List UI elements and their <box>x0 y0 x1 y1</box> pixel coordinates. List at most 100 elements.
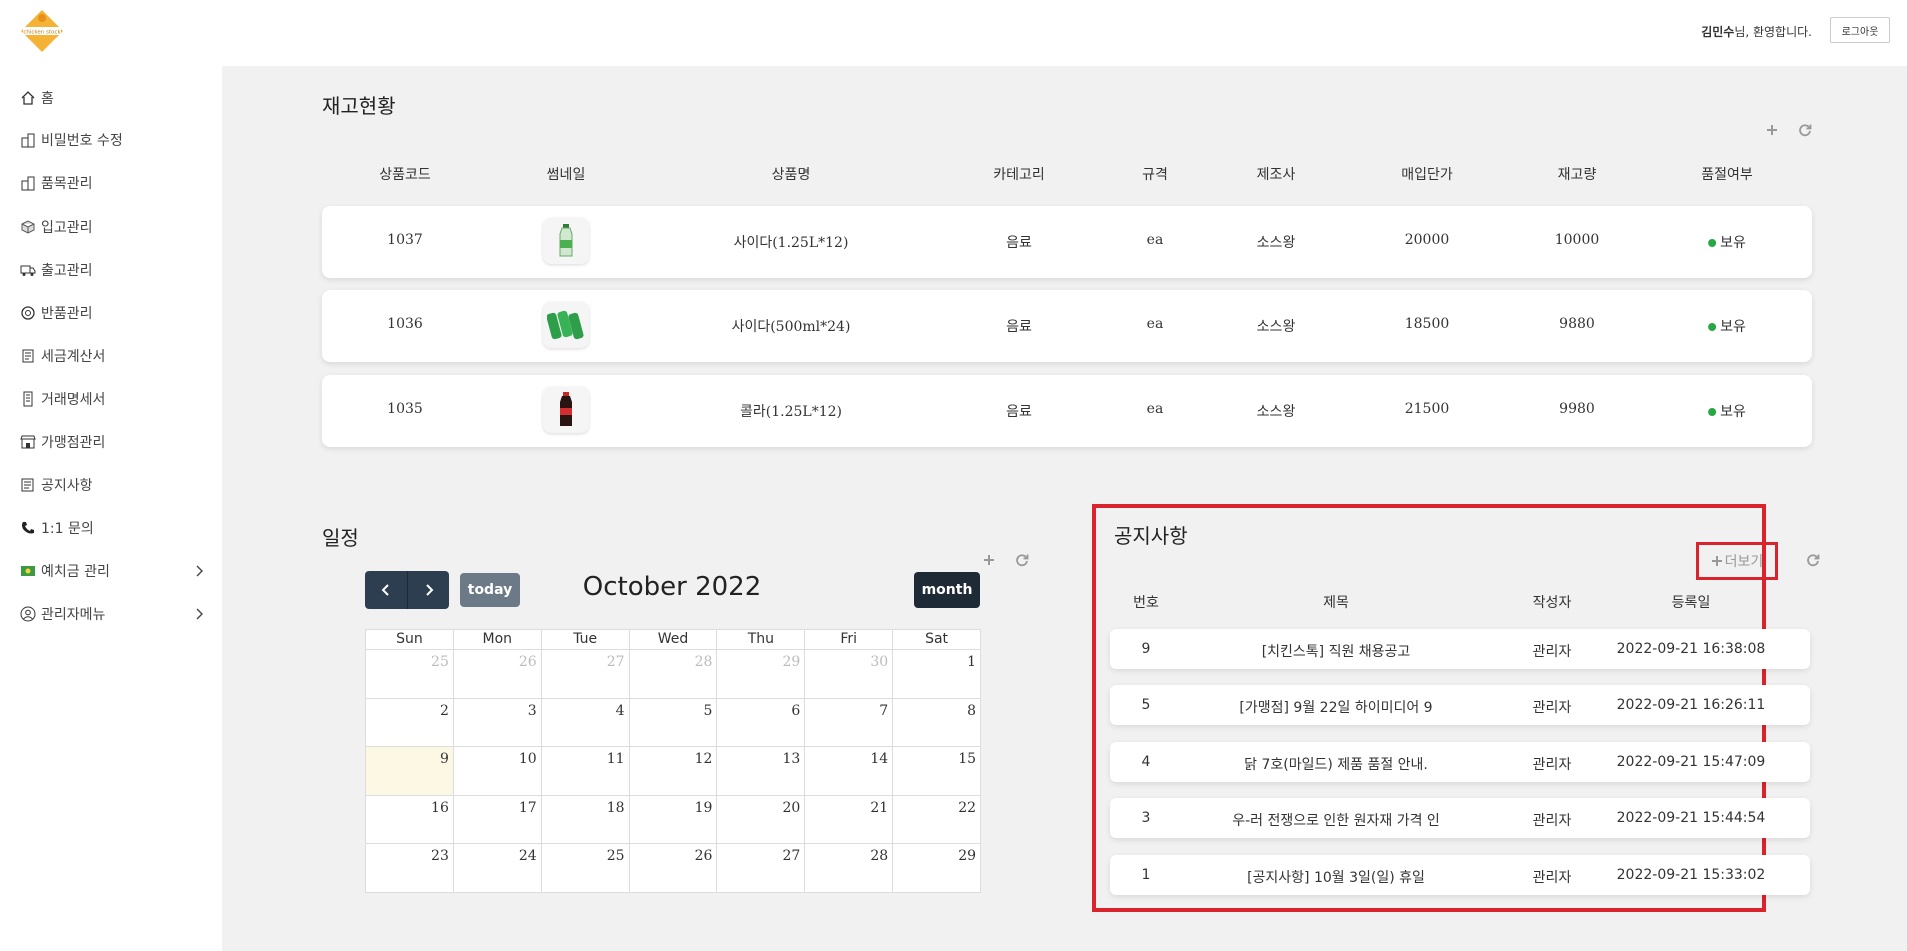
table-row[interactable]: 1036 사이다(500ml*24) 음료 ea 소스왕 18500 9880 … <box>322 290 1812 362</box>
column-header: 매입단가 <box>1401 167 1453 183</box>
green-bottle-icon <box>559 224 573 257</box>
sidebar-item-products[interactable]: 품목관리 <box>19 172 204 194</box>
buildings-icon <box>19 174 37 192</box>
product-price: 21500 <box>1404 401 1450 417</box>
month-view-button[interactable]: month <box>914 572 980 608</box>
box-icon <box>19 218 37 236</box>
calendar-day[interactable]: 22 <box>893 795 982 844</box>
refresh-icon[interactable] <box>1798 122 1812 137</box>
sidebar-item-admin[interactable]: 관리자메뉴 <box>19 603 204 625</box>
sidebar-item-deposit[interactable]: 예치금 관리 <box>19 560 204 582</box>
calendar-day[interactable]: 29 <box>893 844 982 893</box>
sidebar-item-label: 거래명세서 <box>41 392 106 408</box>
calendar-day[interactable]: 5 <box>629 698 718 747</box>
calendar-day[interactable]: 14 <box>805 747 894 796</box>
calendar-day[interactable]: 2 <box>366 698 454 747</box>
refresh-icon[interactable] <box>1806 552 1820 567</box>
calendar-day[interactable]: 26 <box>453 650 542 699</box>
sidebar-item-statement[interactable]: 거래명세서 <box>19 388 204 410</box>
sidebar-item-notice[interactable]: 공지사항 <box>19 474 204 496</box>
calendar-day[interactable]: 26 <box>629 844 718 893</box>
sidebar-item-label: 세금계산서 <box>41 349 106 365</box>
calendar-day[interactable]: 28 <box>805 844 894 893</box>
sidebar-item-inbound[interactable]: 입고관리 <box>19 216 204 238</box>
calendar-day[interactable]: 18 <box>541 795 630 844</box>
more-button[interactable]: 더보기 <box>1696 542 1778 580</box>
calendar-day[interactable]: 1 <box>893 650 982 699</box>
list-item[interactable]: 5 [가맹점] 9월 22일 하이미디어 9 관리자 2022-09-21 16… <box>1110 685 1810 725</box>
calendar-day[interactable]: 27 <box>717 844 806 893</box>
calendar-day[interactable]: 25 <box>366 650 454 699</box>
prev-month-button[interactable] <box>365 571 407 609</box>
product-maker: 소스왕 <box>1256 319 1296 335</box>
list-item[interactable]: 4 닭 7호(마일드) 제품 품절 안내. 관리자 2022-09-21 15:… <box>1110 742 1810 782</box>
notice-subject: [치킨스톡] 직원 채용공고 <box>1261 644 1411 660</box>
weekday-header: Wed <box>629 630 718 650</box>
sidebar-item-label: 입고관리 <box>41 220 93 236</box>
next-month-button[interactable] <box>407 571 449 609</box>
sidebar-item-returns[interactable]: 반품관리 <box>19 302 204 324</box>
calendar-day[interactable]: 24 <box>453 844 542 893</box>
calendar-day[interactable]: 6 <box>717 698 806 747</box>
sidebar: 홈 비밀번호 수정 품목관리 입고관리 출고관리 반품관리 세금계산서 거래명세… <box>0 66 222 951</box>
logout-button[interactable]: 로그아웃 <box>1830 17 1890 43</box>
user-name: 김민수 <box>1701 25 1735 39</box>
sidebar-item-inquiry[interactable]: 1:1 문의 <box>19 517 204 539</box>
notice-subject: 닭 7호(마일드) 제품 품절 안내. <box>1244 757 1428 773</box>
sidebar-item-home[interactable]: 홈 <box>19 87 204 109</box>
calendar-day[interactable]: 28 <box>629 650 718 699</box>
calendar-day[interactable]: 17 <box>453 795 542 844</box>
notice-date: 2022-09-21 15:44:54 <box>1616 810 1766 826</box>
user-circle-icon <box>19 605 37 623</box>
refresh-icon[interactable] <box>1015 552 1029 567</box>
sidebar-item-outbound[interactable]: 출고관리 <box>19 259 204 281</box>
product-category: 음료 <box>1006 404 1032 420</box>
calendar-day[interactable]: 29 <box>717 650 806 699</box>
truck-icon <box>19 261 37 279</box>
table-row[interactable]: 1037 사이다(1.25L*12) 음료 ea 소스왕 20000 10000… <box>322 206 1812 278</box>
sidebar-item-tax-invoice[interactable]: 세금계산서 <box>19 345 204 367</box>
today-button[interactable]: today <box>460 573 520 607</box>
calendar-day[interactable]: 15 <box>893 747 982 796</box>
calendar-day[interactable]: 12 <box>629 747 718 796</box>
calendar-day[interactable]: 30 <box>805 650 894 699</box>
phone-icon <box>19 519 37 537</box>
calendar-day[interactable]: 21 <box>805 795 894 844</box>
product-price: 20000 <box>1404 232 1450 248</box>
calendar-day[interactable]: 8 <box>893 698 982 747</box>
calendar-day[interactable]: 27 <box>541 650 630 699</box>
sidebar-item-label: 공지사항 <box>41 478 93 494</box>
sidebar-item-franchise[interactable]: 가맹점관리 <box>19 431 204 453</box>
notice-date: 2022-09-21 16:26:11 <box>1616 697 1766 713</box>
column-header: 번호 <box>1133 595 1159 611</box>
calendar-day[interactable]: 16 <box>366 795 454 844</box>
sidebar-item-password[interactable]: 비밀번호 수정 <box>19 129 204 151</box>
calendar-day[interactable]: 20 <box>717 795 806 844</box>
calendar-day[interactable]: 13 <box>717 747 806 796</box>
status-badge: 보유 <box>1708 316 1746 336</box>
list-item[interactable]: 3 우-러 전쟁으로 인한 원자재 가격 인 관리자 2022-09-21 15… <box>1110 798 1810 838</box>
product-maker: 소스왕 <box>1256 404 1296 420</box>
calendar-day[interactable]: 23 <box>366 844 454 893</box>
plus-icon[interactable] <box>1765 122 1779 136</box>
sidebar-item-label: 홈 <box>41 91 54 107</box>
product-stock: 9980 <box>1559 401 1595 417</box>
calendar-day[interactable]: 7 <box>805 698 894 747</box>
sidebar-item-label: 반품관리 <box>41 306 93 322</box>
calendar-day[interactable]: 4 <box>541 698 630 747</box>
product-code: 1036 <box>387 316 423 332</box>
table-row[interactable]: 1035 콜라(1.25L*12) 음료 ea 소스왕 21500 9980 보… <box>322 375 1812 447</box>
calendar-day-today[interactable]: 9 <box>366 747 454 796</box>
list-item[interactable]: 1 [공지사항] 10월 3일(일) 휴일 관리자 2022-09-21 15:… <box>1110 855 1810 895</box>
calendar-day[interactable]: 25 <box>541 844 630 893</box>
logo[interactable]: chicken stock <box>19 8 65 54</box>
column-header: 등록일 <box>1671 595 1711 611</box>
column-header: 규격 <box>1142 167 1168 183</box>
calendar-day[interactable]: 11 <box>541 747 630 796</box>
calendar-day[interactable]: 19 <box>629 795 718 844</box>
plus-icon[interactable] <box>982 552 996 566</box>
list-item[interactable]: 9 [치킨스톡] 직원 채용공고 관리자 2022-09-21 16:38:08 <box>1110 629 1810 669</box>
calendar-day[interactable]: 10 <box>453 747 542 796</box>
notice-number: 9 <box>1141 641 1151 657</box>
calendar-day[interactable]: 3 <box>453 698 542 747</box>
